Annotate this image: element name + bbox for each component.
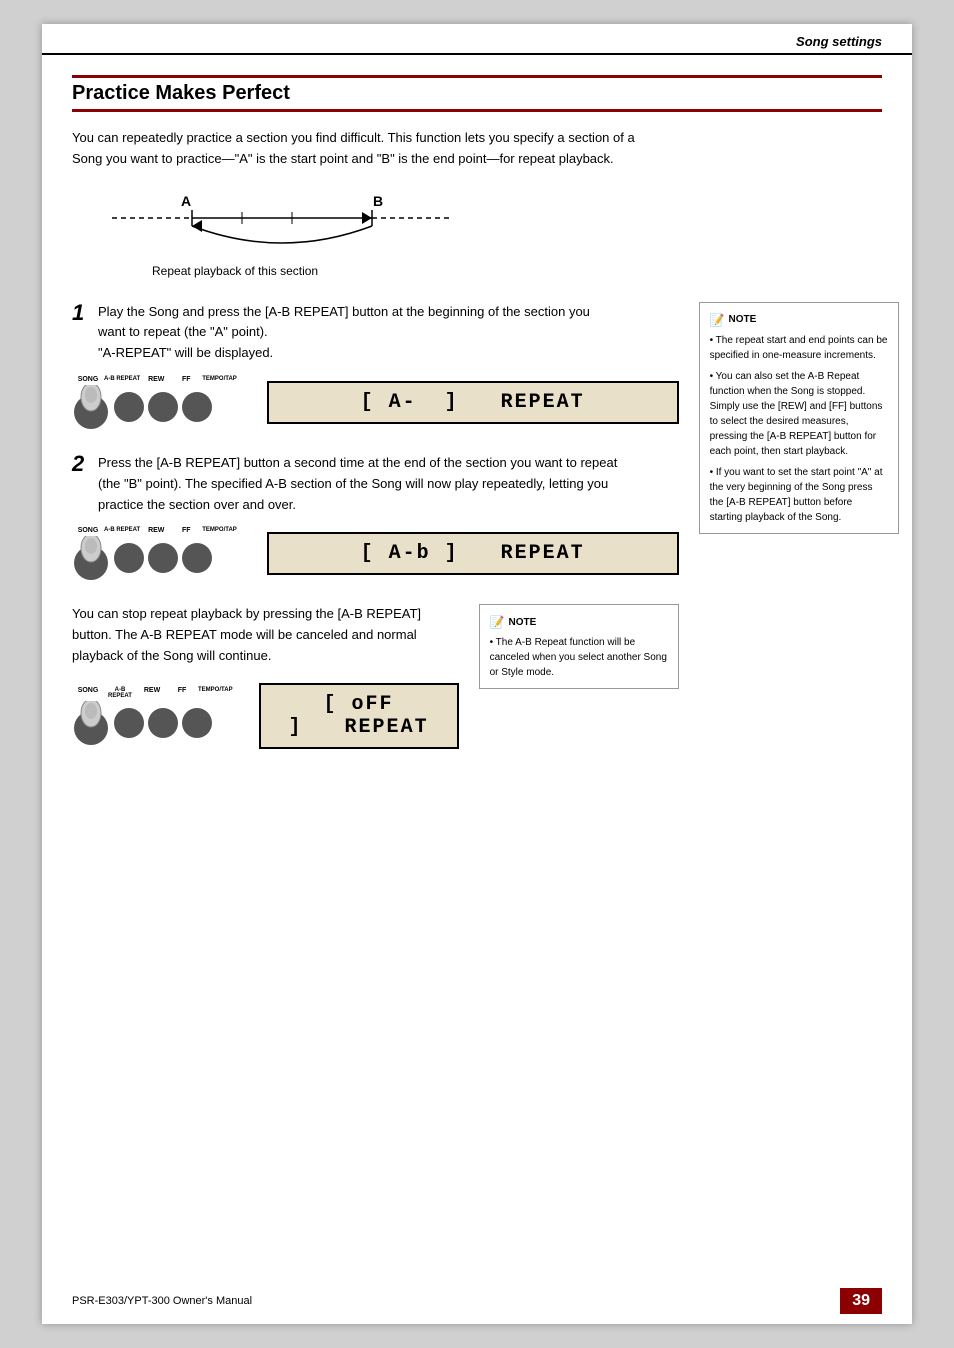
btn-rew-2 bbox=[114, 543, 144, 573]
note-icon-1: 📝 bbox=[710, 311, 725, 329]
lcd-display-3: [ oFF ] REPEAT bbox=[259, 683, 459, 749]
buttons-row-3 bbox=[72, 701, 212, 745]
song-label-3: SONG bbox=[74, 687, 102, 699]
finger-press-1 bbox=[72, 385, 110, 429]
button-group-2: SONG A-B REPEAT REW FF TEMPO/TAP bbox=[72, 527, 237, 580]
step-1: 1 Play the Song and press the [A-B REPEA… bbox=[72, 302, 679, 429]
step-2-number: 2 bbox=[72, 453, 90, 475]
step-2: 2 Press the [A-B REPEAT] button a second… bbox=[72, 453, 679, 580]
note-label-1: NOTE bbox=[729, 312, 757, 327]
rew-label-2: REW bbox=[142, 527, 170, 534]
note1-bullet1: • The repeat start and end points can be… bbox=[710, 333, 888, 363]
note-header-2: 📝 NOTE bbox=[490, 613, 668, 631]
finger-press-3 bbox=[72, 701, 110, 745]
button-group-1: SONG A-B REPEAT REW FF TEMPO/TAP bbox=[72, 376, 237, 429]
footer-model: PSR-E303/YPT-300 Owner's Manual bbox=[72, 1295, 252, 1307]
page-footer: PSR-E303/YPT-300 Owner's Manual 39 bbox=[42, 1288, 912, 1314]
footer-page: 39 bbox=[840, 1288, 882, 1314]
button-group-3: SONG A-B REPEAT REW FF TEMPO/TAP bbox=[72, 687, 229, 745]
btn-ff-2 bbox=[148, 543, 178, 573]
lcd-display-2: [ A-b ] REPEAT bbox=[267, 532, 679, 575]
tempo-label-2: TEMPO/TAP bbox=[202, 527, 237, 534]
ab-repeat-label-3: A-B REPEAT bbox=[104, 687, 136, 699]
ff-label-2: FF bbox=[172, 527, 200, 534]
diagram-caption: Repeat playback of this section bbox=[152, 264, 318, 278]
tempo-label: TEMPO/TAP bbox=[202, 376, 237, 383]
finger-press-2 bbox=[72, 536, 110, 580]
rew-label-3: REW bbox=[138, 687, 166, 699]
step-1-number: 1 bbox=[72, 302, 90, 324]
ab-repeat-label-2: A-B REPEAT bbox=[104, 527, 140, 534]
ff-label: FF bbox=[172, 376, 200, 383]
ff-label-3: FF bbox=[168, 687, 196, 699]
btn-rew-3 bbox=[114, 708, 144, 738]
btn-rew bbox=[114, 392, 144, 422]
intro-text: You can repeatedly practice a section yo… bbox=[72, 128, 652, 170]
svg-text:A: A bbox=[181, 193, 191, 209]
note-icon-2: 📝 bbox=[490, 613, 505, 631]
ab-repeat-diagram: A B Repeat playback of this section bbox=[112, 190, 882, 278]
note-box-1: 📝 NOTE • The repeat start and end points… bbox=[699, 302, 899, 534]
song-label-2: SONG bbox=[74, 527, 102, 534]
finger-icon-3 bbox=[76, 701, 106, 731]
note1-bullet2: • You can also set the A-B Repeat functi… bbox=[710, 369, 888, 459]
bottom-two-col: You can stop repeat playback by pressing… bbox=[72, 604, 679, 768]
btn-tempo bbox=[182, 392, 212, 422]
display-row-2: SONG A-B REPEAT REW FF TEMPO/TAP bbox=[72, 527, 679, 580]
section-title: Practice Makes Perfect bbox=[72, 75, 882, 112]
bottom-section: You can stop repeat playback by pressing… bbox=[72, 604, 679, 768]
song-label: SONG bbox=[74, 376, 102, 383]
rew-label: REW bbox=[142, 376, 170, 383]
button-labels-1: SONG A-B REPEAT REW FF TEMPO/TAP bbox=[72, 376, 237, 383]
button-labels-2: SONG A-B REPEAT REW FF TEMPO/TAP bbox=[72, 527, 237, 534]
bottom-text: You can stop repeat playback by pressing… bbox=[72, 604, 459, 666]
note-box-2: 📝 NOTE • The A-B Repeat function will be… bbox=[479, 604, 679, 689]
step-2-text: Press the [A-B REPEAT] button a second t… bbox=[98, 453, 618, 515]
main-content: 1 Play the Song and press the [A-B REPEA… bbox=[72, 302, 882, 769]
lcd-display-1: [ A- ] REPEAT bbox=[267, 381, 679, 424]
finger-icon-1 bbox=[76, 385, 106, 415]
header-title: Song settings bbox=[796, 34, 882, 49]
note2-bullet1: • The A-B Repeat function will be cancel… bbox=[490, 635, 668, 680]
btn-tempo-2 bbox=[182, 543, 212, 573]
btn-tempo-3 bbox=[182, 708, 212, 738]
btn-ff bbox=[148, 392, 178, 422]
buttons-row-2 bbox=[72, 536, 212, 580]
display-row-1: SONG A-B REPEAT REW FF TEMPO/TAP bbox=[72, 376, 679, 429]
note-header-1: 📝 NOTE bbox=[710, 311, 888, 329]
buttons-row-1 bbox=[72, 385, 212, 429]
step-1-text: Play the Song and press the [A-B REPEAT]… bbox=[98, 302, 618, 364]
finger-icon-2 bbox=[76, 536, 106, 566]
button-labels-3: SONG A-B REPEAT REW FF TEMPO/TAP bbox=[72, 687, 229, 699]
display-row-3: SONG A-B REPEAT REW FF TEMPO/TAP bbox=[72, 683, 459, 749]
ab-repeat-label: A-B REPEAT bbox=[104, 376, 140, 383]
note1-bullet3: • If you want to set the start point "A"… bbox=[710, 465, 888, 525]
tempo-label-3: TEMPO/TAP bbox=[198, 687, 229, 699]
btn-ff-3 bbox=[148, 708, 178, 738]
page-header: Song settings bbox=[42, 24, 912, 55]
svg-text:B: B bbox=[373, 193, 383, 209]
note-label-2: NOTE bbox=[509, 615, 537, 630]
